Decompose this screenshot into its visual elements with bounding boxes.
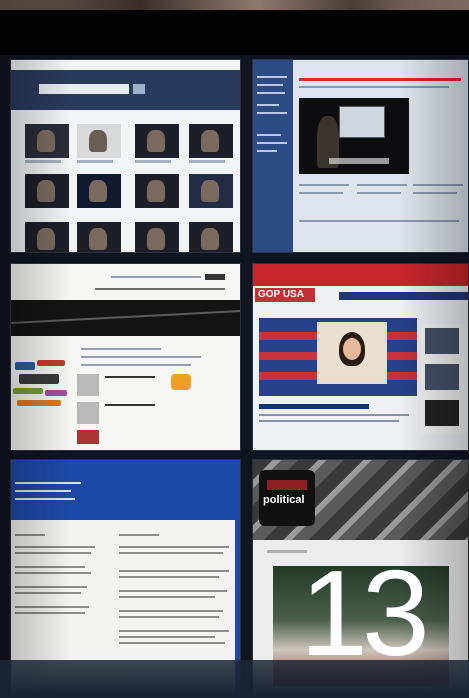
text-line [81, 348, 161, 350]
text-line [15, 534, 45, 536]
video-thumb[interactable] [135, 174, 179, 208]
page-number: 13 [300, 545, 430, 681]
post-image[interactable] [77, 402, 99, 424]
badge-text: political [263, 494, 305, 506]
sidebar-image[interactable] [425, 400, 459, 426]
video-thumb[interactable] [77, 222, 121, 252]
nav-line [111, 276, 201, 278]
text-line [15, 572, 91, 574]
text-line [259, 414, 409, 416]
text-line [413, 184, 463, 186]
video-thumb[interactable] [25, 124, 69, 158]
sidebar-image[interactable] [425, 364, 459, 390]
word-cloud [11, 354, 71, 418]
post-title[interactable] [105, 404, 155, 406]
video-thumb[interactable] [25, 222, 69, 252]
text-line [413, 192, 457, 194]
caption [135, 160, 171, 163]
text-line [15, 592, 81, 594]
post-title[interactable] [105, 376, 155, 378]
text-line [299, 184, 349, 186]
video-player[interactable] [299, 98, 409, 174]
text-line [119, 590, 227, 592]
video-thumb[interactable] [189, 222, 233, 252]
text-line [15, 586, 87, 588]
text-line [357, 192, 401, 194]
text-line [259, 420, 399, 422]
page-title [299, 78, 461, 81]
post-image[interactable] [77, 430, 99, 444]
document-header [11, 460, 240, 520]
text-line [119, 642, 225, 644]
video-thumb[interactable] [189, 124, 233, 158]
thumbnail-lecture-video[interactable] [252, 59, 469, 253]
projector-screen [339, 106, 385, 138]
video-thumb[interactable] [77, 124, 121, 158]
rss-icon[interactable] [171, 374, 191, 390]
search-button[interactable] [133, 84, 145, 94]
text-line [119, 596, 215, 598]
sidebar [421, 324, 465, 434]
political-logo[interactable]: political [259, 470, 315, 526]
sidebar-image[interactable] [425, 328, 459, 354]
text-line [299, 192, 343, 194]
post-image[interactable] [77, 374, 99, 396]
video-thumb[interactable] [77, 174, 121, 208]
text-line [81, 364, 191, 366]
video-thumb[interactable] [135, 222, 179, 252]
site-logo[interactable]: GOP USA [255, 288, 315, 302]
text-line [119, 552, 223, 554]
text-line [119, 616, 219, 618]
text-line [119, 534, 159, 536]
text-line [15, 566, 85, 568]
text-line [81, 356, 201, 358]
text-line [119, 576, 219, 578]
top-photo-strip [0, 0, 469, 10]
main-nav[interactable] [339, 292, 468, 300]
hero-flag [259, 318, 417, 396]
text-line [119, 636, 215, 638]
text-line [119, 610, 223, 612]
text-line [119, 546, 229, 548]
text-line [15, 546, 95, 548]
menu-links[interactable] [95, 288, 225, 290]
text-line [357, 184, 407, 186]
text-line [15, 612, 85, 614]
caption [25, 160, 61, 163]
video-thumb[interactable] [135, 124, 179, 158]
video-thumb[interactable] [25, 174, 69, 208]
hero-photo[interactable] [317, 322, 387, 384]
video-thumb[interactable] [189, 174, 233, 208]
text-line [299, 220, 459, 222]
thumbnail-blog-page[interactable] [10, 263, 241, 451]
text-line [299, 86, 449, 88]
search-input[interactable] [39, 84, 129, 94]
thumbnail-gop-usa[interactable]: GOP USA [252, 263, 469, 451]
subtitle [329, 158, 389, 164]
text-line [15, 606, 89, 608]
search-button[interactable] [205, 274, 225, 280]
top-banner [253, 264, 468, 286]
caption [189, 160, 225, 163]
text-line [119, 630, 229, 632]
sidebar [253, 60, 293, 252]
caption [77, 160, 113, 163]
text-line [119, 570, 229, 572]
headline[interactable] [259, 404, 369, 409]
black-band [0, 10, 469, 55]
text-line [15, 552, 91, 554]
thumbnail-video-gallery[interactable] [10, 59, 241, 253]
